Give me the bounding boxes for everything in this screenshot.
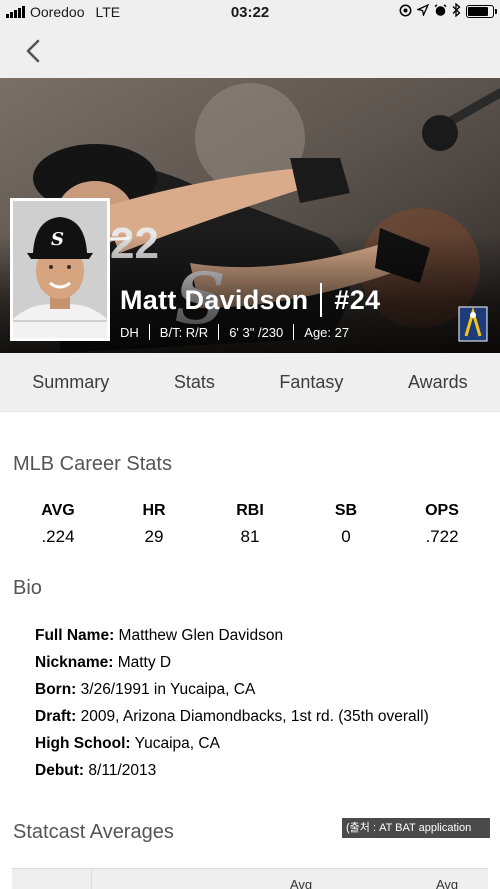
location-icon <box>415 3 430 19</box>
stat-hr: HR 29 <box>106 502 202 547</box>
career-stats-grid: AVG .224 HR 29 RBI 81 SB 0 OPS .722 <box>10 502 490 547</box>
bio-label: Full Name: <box>35 627 115 644</box>
bio-high-school: High School: Yucaipa, CA <box>35 733 429 760</box>
back-button[interactable] <box>18 36 48 66</box>
bio-nickname: Nickname: Matty D <box>35 652 429 679</box>
career-stats-title: MLB Career Stats <box>13 453 172 475</box>
stat-sb: SB 0 <box>298 502 394 547</box>
tab-summary[interactable]: Summary <box>28 364 113 401</box>
bio-full-name: Full Name: Matthew Glen Davidson <box>35 625 429 652</box>
stat-value: 0 <box>341 527 351 546</box>
meta-separator <box>293 324 295 340</box>
stat-rbi: RBI 81 <box>202 502 298 547</box>
meta-separator <box>148 324 150 340</box>
bio-label: Debut: <box>35 762 85 779</box>
source-watermark: (출처 : AT BAT application <box>342 818 490 838</box>
player-hero-banner: 22 S S Matt Davidson #24 <box>0 78 500 353</box>
name-divider <box>320 283 323 317</box>
bio-label: High School: <box>35 735 131 752</box>
statcast-title: Statcast Averages <box>13 821 174 843</box>
stat-label: RBI <box>236 502 264 519</box>
bio-value: 2009, Arizona Diamondbacks, 1st rd. (35t… <box>80 708 429 725</box>
bluetooth-icon <box>452 2 461 20</box>
bio-draft: Draft: 2009, Arizona Diamondbacks, 1st r… <box>35 706 429 733</box>
bio-value: Matty D <box>117 654 172 671</box>
player-height-weight: 6' 3" /230 <box>229 324 284 340</box>
navigation-bar <box>0 26 500 78</box>
bio-value: Matthew Glen Davidson <box>118 627 284 644</box>
stat-label: SB <box>334 502 358 519</box>
bio-list: Full Name: Matthew Glen Davidson Nicknam… <box>35 625 429 787</box>
players-association-logo-icon <box>458 306 488 342</box>
bio-value: 3/26/1991 in Yucaipa, CA <box>80 681 256 698</box>
player-number: #24 <box>334 284 381 315</box>
stat-label: HR <box>142 502 166 519</box>
screen-record-icon <box>399 4 412 20</box>
status-bar: Ooredoo LTE 03:22 <box>0 0 500 26</box>
player-name-line: Matt Davidson #24 <box>120 283 380 317</box>
stat-value: 81 <box>240 527 260 546</box>
tab-stats[interactable]: Stats <box>170 364 219 401</box>
stat-value: 29 <box>144 527 164 546</box>
player-bats-throws: B/T: R/R <box>159 324 209 340</box>
stat-value: .224 <box>41 527 75 546</box>
bio-label: Nickname: <box>35 654 114 671</box>
player-name: Matt Davidson <box>120 284 309 315</box>
stat-label: AVG <box>41 502 75 519</box>
bio-label: Draft: <box>35 708 77 725</box>
bio-value: 8/11/2013 <box>88 762 157 779</box>
bio-label: Born: <box>35 681 77 698</box>
alarm-icon <box>434 3 447 20</box>
tab-fantasy[interactable]: Fantasy <box>275 364 347 401</box>
player-meta: DH B/T: R/R 6' 3" /230 Age: 27 <box>120 324 349 340</box>
stat-label: OPS <box>425 502 459 519</box>
player-age: Age: 27 <box>304 324 350 340</box>
player-headshot: S <box>10 198 110 341</box>
bio-value: Yucaipa, CA <box>134 735 220 752</box>
table-header-avg: Avg <box>436 877 459 889</box>
stat-value: .722 <box>425 527 459 546</box>
stat-avg: AVG .224 <box>10 502 106 547</box>
statcast-table-header: Avg Avg <box>12 868 488 889</box>
table-header-cell <box>12 869 92 889</box>
stat-ops: OPS .722 <box>394 502 490 547</box>
battery-icon <box>466 5 497 18</box>
profile-tab-bar: Summary Stats Fantasy Awards <box>0 353 500 412</box>
meta-separator <box>218 324 220 340</box>
cap-logo: S <box>51 229 64 250</box>
bio-debut: Debut: 8/11/2013 <box>35 760 429 787</box>
table-header-avg: Avg <box>290 877 313 889</box>
chevron-left-icon <box>26 39 40 63</box>
player-position: DH <box>120 324 139 340</box>
bio-title: Bio <box>13 577 42 599</box>
tab-awards[interactable]: Awards <box>404 364 472 401</box>
bio-born: Born: 3/26/1991 in Yucaipa, CA <box>35 679 429 706</box>
